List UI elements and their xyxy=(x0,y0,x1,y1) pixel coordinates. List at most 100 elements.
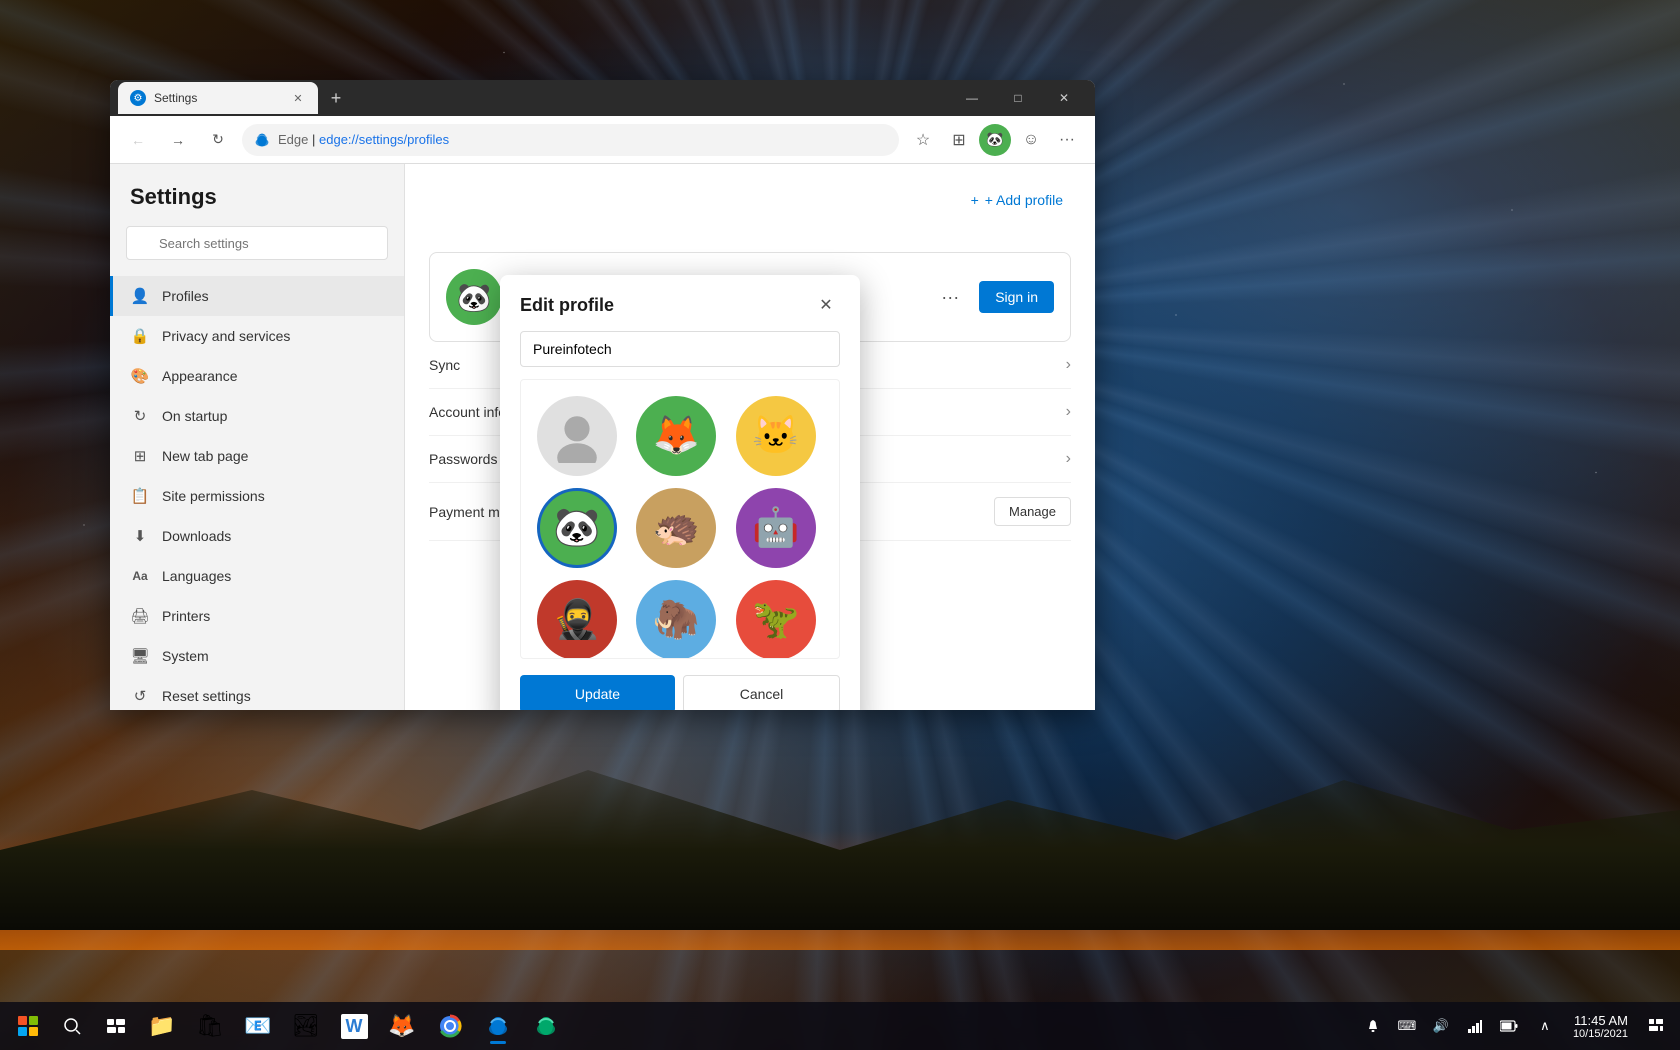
back-button[interactable]: ← xyxy=(122,124,154,156)
refresh-button[interactable]: ↻ xyxy=(202,124,234,156)
search-button[interactable] xyxy=(52,1006,92,1046)
sidebar-label-profiles: Profiles xyxy=(162,288,209,304)
sidebar-label-languages: Languages xyxy=(162,568,231,584)
clock[interactable]: 11:45 AM 10/15/2021 xyxy=(1565,1013,1636,1040)
tray-keyboard-icon[interactable]: ⌨ xyxy=(1391,1010,1423,1042)
sidebar-label-privacy: Privacy and services xyxy=(162,328,290,344)
modal-close-button[interactable]: ✕ xyxy=(812,291,840,319)
sync-chevron-icon: › xyxy=(1066,356,1071,374)
profile-button[interactable]: 🐼 xyxy=(979,124,1011,156)
collections-button[interactable]: ⊞ xyxy=(943,124,975,156)
sidebar-item-profiles[interactable]: 👤 Profiles xyxy=(110,276,404,316)
avatar-grid-container[interactable]: 🦊 🐱 🐼 🦔 🤖 🥷 xyxy=(520,379,840,659)
sidebar-label-reset: Reset settings xyxy=(162,688,251,704)
startup-icon: ↻ xyxy=(130,406,150,426)
notification-center-icon[interactable] xyxy=(1640,1010,1672,1042)
account-chevron-icon: › xyxy=(1066,403,1071,421)
system-icon: 🖥 xyxy=(130,646,150,666)
sidebar-item-startup[interactable]: ↻ On startup xyxy=(110,396,404,436)
settings-sidebar: Settings 🔍 👤 Profiles 🔒 Privacy and serv… xyxy=(110,164,405,710)
avatar-option-robot[interactable]: 🤖 xyxy=(736,488,816,568)
taskbar-file-explorer[interactable]: 📁 xyxy=(140,1006,184,1046)
taskbar-outlook[interactable]: 📧 xyxy=(236,1006,280,1046)
profile-name-input[interactable] xyxy=(520,331,840,367)
emoji-button[interactable]: ☺ xyxy=(1015,124,1047,156)
sidebar-label-printers: Printers xyxy=(162,608,210,624)
profile-more-options-button[interactable]: ··· xyxy=(933,283,967,312)
taskbar-edge[interactable] xyxy=(476,1006,520,1046)
sidebar-label-downloads: Downloads xyxy=(162,528,231,544)
favorites-button[interactable]: ☆ xyxy=(907,124,939,156)
forward-button[interactable]: → xyxy=(162,124,194,156)
tab-title: Settings xyxy=(154,91,282,105)
taskbar-edge-dev[interactable] xyxy=(524,1006,568,1046)
address-url: edge://settings/profiles xyxy=(319,132,449,147)
sidebar-item-downloads[interactable]: ⬇ Downloads xyxy=(110,516,404,556)
settings-title: Settings xyxy=(110,184,404,226)
manage-button[interactable]: Manage xyxy=(994,497,1071,526)
sidebar-label-system: System xyxy=(162,648,209,664)
avatar-option-yeti[interactable]: 🦣 xyxy=(636,580,716,659)
taskbar-photos[interactable]: 🏞 xyxy=(284,1006,328,1046)
taskbar-chrome[interactable] xyxy=(428,1006,472,1046)
avatar-option-cat[interactable]: 🐱 xyxy=(736,396,816,476)
title-bar: ⚙ Settings ✕ + — □ ✕ xyxy=(110,80,1095,116)
avatar-option-default[interactable] xyxy=(537,396,617,476)
taskbar-right: ⌨ 🔊 ∧ 11:45 AM 10/15/2021 xyxy=(1357,1010,1672,1042)
avatar-option-fox[interactable]: 🦊 xyxy=(636,396,716,476)
profile-avatar: 🐼 xyxy=(446,269,502,325)
tab-favicon: ⚙ xyxy=(130,90,146,106)
start-button[interactable] xyxy=(8,1006,48,1046)
sidebar-item-appearance[interactable]: 🎨 Appearance xyxy=(110,356,404,396)
search-settings-input[interactable] xyxy=(126,226,388,260)
close-button[interactable]: ✕ xyxy=(1041,80,1087,116)
new-tab-button[interactable]: + xyxy=(322,84,350,112)
tray-volume-icon[interactable]: 🔊 xyxy=(1425,1010,1457,1042)
minimize-button[interactable]: — xyxy=(949,80,995,116)
modal-footer: Update Cancel xyxy=(500,659,860,710)
active-tab[interactable]: ⚙ Settings ✕ xyxy=(118,82,318,114)
profiles-icon: 👤 xyxy=(130,286,150,306)
tray-notifications-icon[interactable] xyxy=(1357,1010,1389,1042)
sign-in-button[interactable]: Sign in xyxy=(979,281,1054,313)
taskbar-store[interactable]: 🛍 xyxy=(188,1006,232,1046)
modal-header: Edit profile ✕ xyxy=(500,275,860,331)
address-bar: ← → ↻ Edge | edge://settings/profiles ☆ … xyxy=(110,116,1095,164)
taskbar: 📁 🛍 📧 🏞 W 🦊 xyxy=(0,1002,1680,1050)
taskbar-word[interactable]: W xyxy=(332,1006,376,1046)
cancel-button[interactable]: Cancel xyxy=(683,675,840,710)
avatar-option-ninja[interactable]: 🥷 xyxy=(537,580,617,659)
tray-network-icon[interactable] xyxy=(1459,1010,1491,1042)
clock-time: 11:45 AM xyxy=(1574,1013,1628,1028)
sidebar-item-privacy[interactable]: 🔒 Privacy and services xyxy=(110,316,404,356)
add-profile-button[interactable]: + + Add profile xyxy=(963,188,1071,212)
edit-profile-modal: Edit profile ✕ 🦊 🐱 xyxy=(500,275,860,710)
tray-chevron-icon[interactable]: ∧ xyxy=(1529,1010,1561,1042)
search-settings-wrapper: 🔍 xyxy=(126,226,388,260)
tray-battery-icon[interactable] xyxy=(1493,1010,1525,1042)
maximize-button[interactable]: □ xyxy=(995,80,1041,116)
browser-window: ⚙ Settings ✕ + — □ ✕ ← → ↻ Edge | edge:/… xyxy=(110,80,1095,710)
more-button[interactable]: ··· xyxy=(1051,124,1083,156)
sidebar-label-startup: On startup xyxy=(162,408,227,424)
sidebar-item-printers[interactable]: 🖨 Printers xyxy=(110,596,404,636)
task-view-button[interactable] xyxy=(96,1006,136,1046)
toolbar-icons: ☆ ⊞ 🐼 ☺ ··· xyxy=(907,124,1083,156)
sidebar-item-reset[interactable]: ↺ Reset settings xyxy=(110,676,404,710)
taskbar-firefox[interactable]: 🦊 xyxy=(380,1006,424,1046)
sidebar-item-newtab[interactable]: ⊞ New tab page xyxy=(110,436,404,476)
update-button[interactable]: Update xyxy=(520,675,675,710)
passwords-chevron-icon: › xyxy=(1066,450,1071,468)
appearance-icon: 🎨 xyxy=(130,366,150,386)
avatar-option-dino[interactable]: 🦖 xyxy=(736,580,816,659)
address-bar-input[interactable]: Edge | edge://settings/profiles xyxy=(242,124,899,156)
sidebar-item-system[interactable]: 🖥 System xyxy=(110,636,404,676)
tab-close-button[interactable]: ✕ xyxy=(290,90,306,106)
avatar-option-panda[interactable]: 🐼 xyxy=(537,488,617,568)
avatar-option-hedgehog[interactable]: 🦔 xyxy=(636,488,716,568)
sidebar-item-permissions[interactable]: 📋 Site permissions xyxy=(110,476,404,516)
printers-icon: 🖨 xyxy=(130,606,150,626)
reset-icon: ↺ xyxy=(130,686,150,706)
sidebar-item-languages[interactable]: Aa Languages xyxy=(110,556,404,596)
languages-icon: Aa xyxy=(130,566,150,586)
